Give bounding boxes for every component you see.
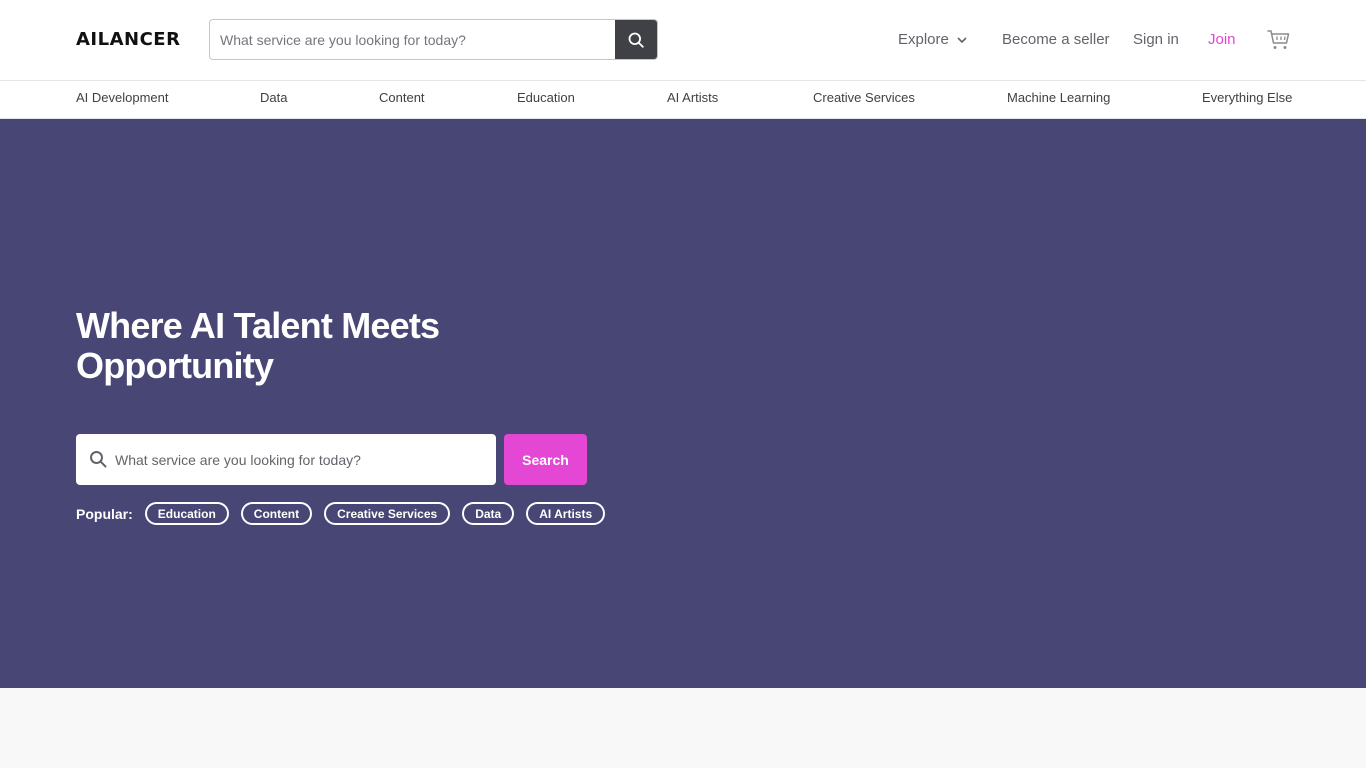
logo[interactable]: AILANCER [76, 29, 180, 50]
explore-menu[interactable]: Explore [898, 31, 967, 48]
explore-label: Explore [898, 31, 949, 48]
category-ai-artists[interactable]: AI Artists [667, 90, 718, 105]
join-link[interactable]: Join [1208, 31, 1236, 48]
category-content[interactable]: Content [379, 90, 425, 105]
category-nav: AI Development Data Content Education AI… [0, 81, 1366, 119]
popular-label: Popular: [76, 505, 133, 522]
header-search-button[interactable] [615, 20, 657, 59]
category-education[interactable]: Education [517, 90, 575, 105]
become-seller-link[interactable]: Become a seller [1002, 31, 1110, 48]
popular-tag-education[interactable]: Education [144, 502, 229, 525]
hero-search-bar [76, 434, 496, 485]
category-creative-services[interactable]: Creative Services [813, 90, 915, 105]
category-ai-development[interactable]: AI Development [76, 90, 169, 105]
top-header: AILANCER Explore Become a seller Sign in… [0, 0, 1366, 81]
hero-title: Where AI Talent Meets Opportunity [76, 305, 440, 386]
popular-tag-creative-services[interactable]: Creative Services [324, 502, 451, 525]
cart-icon[interactable] [1267, 28, 1291, 52]
hero-search-button[interactable]: Search [504, 434, 587, 485]
search-icon [90, 451, 107, 468]
header-search-bar [209, 19, 658, 60]
category-everything-else[interactable]: Everything Else [1202, 90, 1292, 105]
chevron-down-icon [957, 36, 967, 43]
popular-tag-data[interactable]: Data [462, 502, 515, 525]
category-machine-learning[interactable]: Machine Learning [1007, 90, 1110, 105]
hero-section: Where AI Talent Meets Opportunity Search… [0, 119, 1366, 688]
popular-tags: Popular: Education Content Creative Serv… [76, 502, 617, 525]
category-data[interactable]: Data [260, 90, 287, 105]
popular-tag-ai-artists[interactable]: AI Artists [526, 502, 606, 525]
sign-in-link[interactable]: Sign in [1133, 31, 1179, 48]
hero-search-input[interactable] [115, 434, 485, 485]
search-icon [628, 32, 644, 48]
header-search-input[interactable] [210, 20, 616, 59]
popular-tag-content[interactable]: Content [240, 502, 313, 525]
content-section [0, 688, 1366, 768]
